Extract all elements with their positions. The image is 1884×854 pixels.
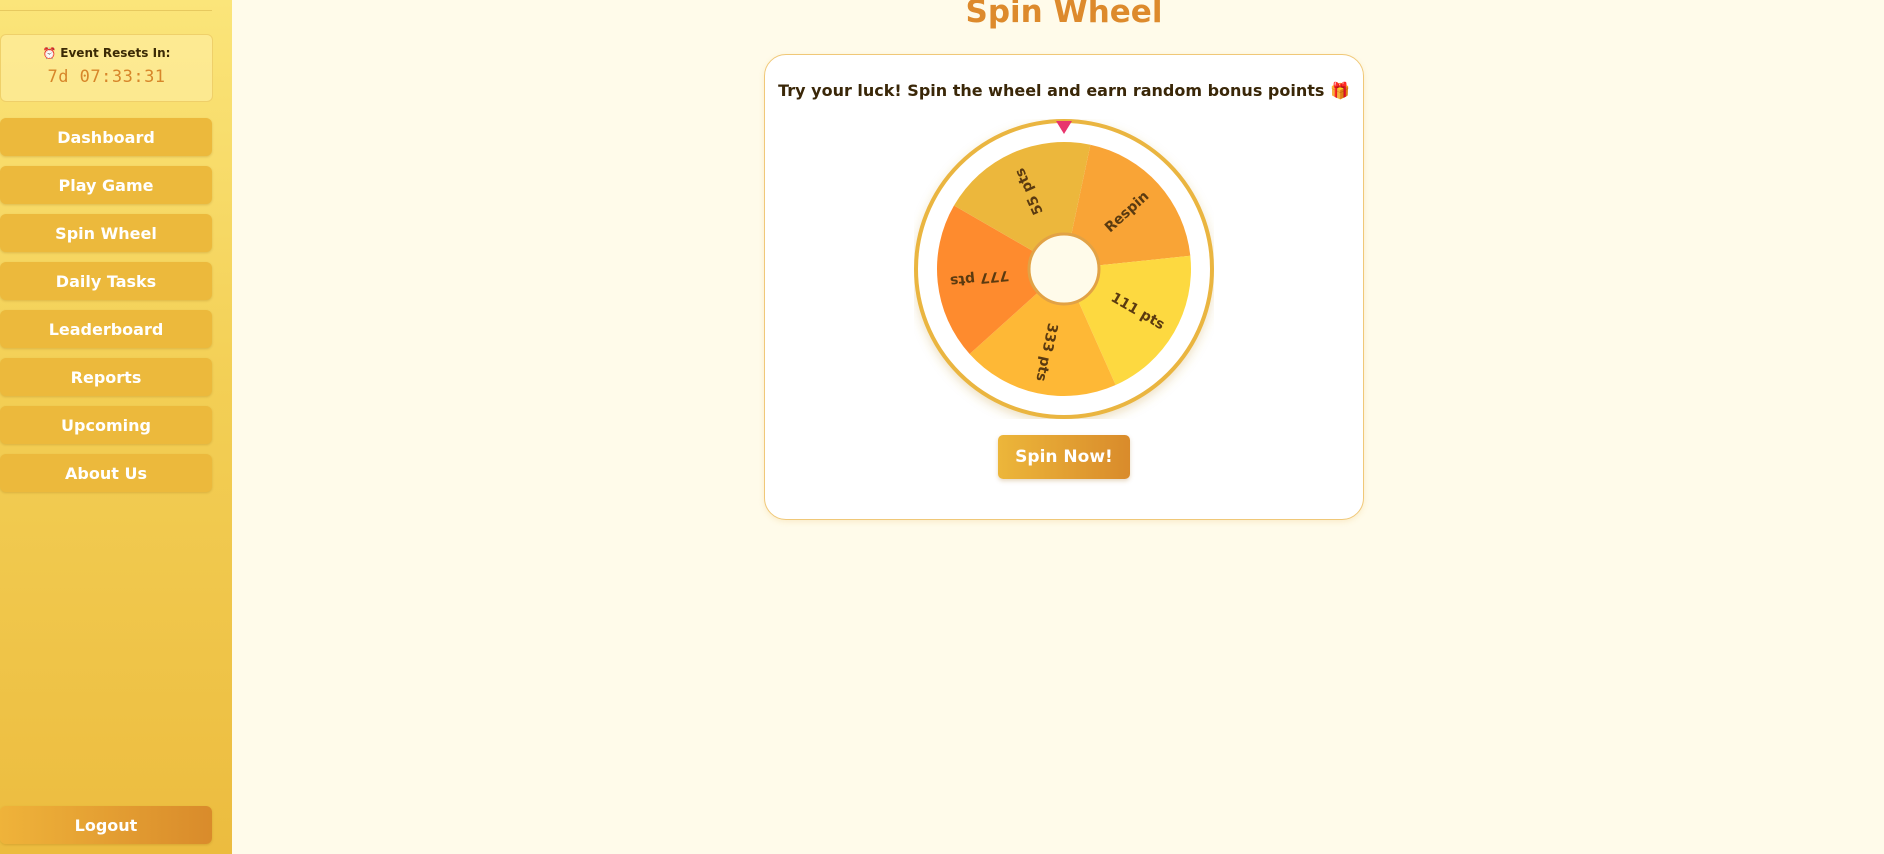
event-timer-box: ⏰ Event Resets In: 7d 07:33:31 (0, 34, 213, 102)
sidebar-item-spin-wheel[interactable]: Spin Wheel (0, 214, 212, 252)
timer-label: ⏰ Event Resets In: (1, 46, 212, 60)
sidebar-item-reports[interactable]: Reports (0, 358, 212, 396)
sidebar-item-daily-tasks[interactable]: Daily Tasks (0, 262, 212, 300)
logout-button[interactable]: Logout (0, 806, 212, 844)
timer-label-text: Event Resets In: (60, 46, 171, 60)
sidebar-item-upcoming[interactable]: Upcoming (0, 406, 212, 444)
sidebar-divider (0, 10, 212, 11)
wheel-graphic: Respin111 pts333 pts777 pts55 pts (914, 119, 1214, 419)
spin-tagline: Try your luck! Spin the wheel and earn r… (778, 81, 1350, 100)
sidebar-item-dashboard[interactable]: Dashboard (0, 118, 212, 156)
alarm-clock-icon: ⏰ (42, 47, 57, 60)
spin-wheel[interactable]: Respin 111 pts 333 pts 777 pts 55 pts (914, 119, 1214, 419)
spin-now-button[interactable]: Spin Now! (998, 435, 1130, 479)
wheel-hub (1027, 232, 1101, 306)
sidebar-item-leaderboard[interactable]: Leaderboard (0, 310, 212, 348)
page-title: Spin Wheel (965, 0, 1163, 30)
sidebar-item-about-us[interactable]: About Us (0, 454, 212, 492)
sidebar: ⏰ Event Resets In: 7d 07:33:31 Dashboard … (0, 0, 232, 854)
sidebar-item-play-game[interactable]: Play Game (0, 166, 212, 204)
timer-value: 7d 07:33:31 (47, 67, 166, 87)
